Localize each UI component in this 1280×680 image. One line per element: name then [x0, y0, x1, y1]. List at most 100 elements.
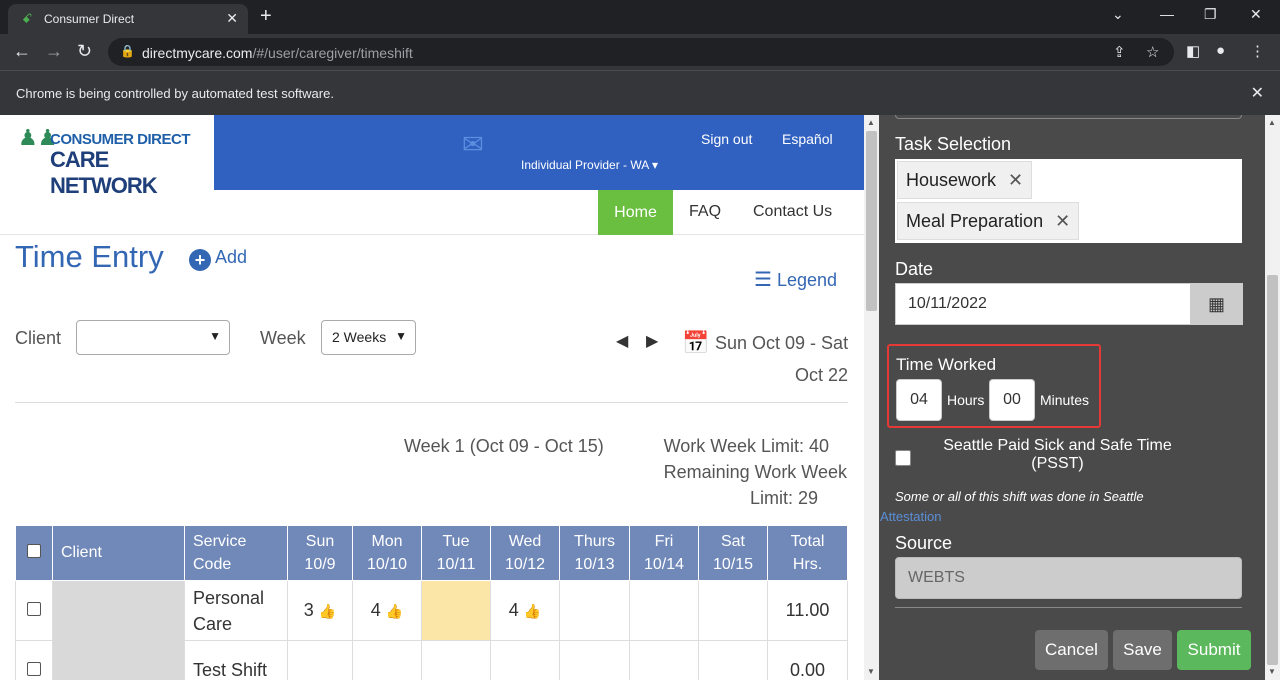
sign-out-link[interactable]: Sign out	[701, 131, 752, 147]
chevron-down-icon: ▼	[395, 329, 407, 343]
reload-icon[interactable]: ↻	[77, 41, 92, 62]
day-cell[interactable]	[629, 580, 699, 641]
tab-search-icon[interactable]: ⌄	[1112, 6, 1124, 23]
new-tab-icon[interactable]: +	[260, 5, 272, 28]
remove-task-icon[interactable]: ✕	[1008, 170, 1023, 190]
infobar-close-icon[interactable]: ✕	[1251, 83, 1264, 103]
logo-top-text: CONSUMER DIRECT	[50, 131, 191, 148]
language-link[interactable]: Español	[782, 131, 833, 147]
day-cell[interactable]	[490, 640, 560, 680]
minutes-input[interactable]: 00	[989, 379, 1035, 421]
panel-scroll-thumb[interactable]	[1267, 275, 1278, 665]
mon-header: Mon 10/10	[352, 525, 422, 581]
nav-faq[interactable]: FAQ	[689, 203, 721, 221]
week-select-value: 2 Weeks	[332, 329, 387, 345]
scroll-down-icon[interactable]: ▼	[1268, 667, 1276, 676]
next-period-icon[interactable]: ▶	[646, 331, 658, 351]
calendar-icon[interactable]: 📅	[682, 330, 709, 356]
calendar-icon: ▦	[1207, 294, 1225, 314]
task-chip-label: Housework	[906, 170, 997, 190]
day-cell[interactable]	[352, 640, 422, 680]
nav-home[interactable]: Home	[598, 190, 673, 235]
save-button[interactable]: Save	[1113, 630, 1172, 670]
nav-contact[interactable]: Contact Us	[753, 203, 832, 221]
share-icon[interactable]: ⇪	[1113, 43, 1126, 61]
day-cell[interactable]	[559, 640, 630, 680]
psst-label: Seattle Paid Sick and Safe Time (PSST)	[943, 437, 1172, 472]
attestation-link[interactable]: Attestation	[880, 509, 941, 524]
previous-period-icon[interactable]: ◀	[616, 331, 628, 351]
window-close-icon[interactable]: ✕	[1250, 6, 1262, 23]
legend-button[interactable]: ☰ Legend	[754, 267, 837, 292]
scroll-down-icon[interactable]: ▼	[867, 667, 875, 676]
menu-kebab-icon[interactable]: ⋮	[1250, 42, 1265, 60]
approved-thumb-icon: 👍	[318, 603, 337, 619]
remaining-limit-line1: Remaining Work Week	[663, 462, 847, 482]
minimize-icon[interactable]: —	[1160, 6, 1174, 22]
task-selection-box[interactable]: Housework ✕ Meal Preparation ✕	[895, 159, 1242, 243]
profile-icon[interactable]: ●	[1216, 42, 1225, 59]
logo[interactable]: ♟♟ CONSUMER DIRECT CARE NETWORK	[10, 125, 200, 198]
clipped-input-edge	[895, 115, 1242, 119]
time-worked-group: Time Worked 04 Hours 00 Minutes	[887, 344, 1101, 428]
client-header: Client	[52, 525, 185, 581]
week-select[interactable]: 2 Weeks ▼	[321, 320, 416, 355]
day-cell[interactable]	[698, 640, 768, 680]
address-bar[interactable]: 🔒 directmycare.com/#/user/caregiver/time…	[108, 38, 1174, 66]
row-select-cell	[15, 640, 53, 680]
back-icon[interactable]: ←	[13, 41, 31, 62]
remove-task-icon[interactable]: ✕	[1055, 211, 1070, 231]
plus-circle-icon: +	[189, 249, 211, 271]
legend-label: Legend	[776, 270, 838, 290]
day-cell[interactable]: 4 👍	[352, 580, 422, 641]
forward-icon[interactable]: →	[45, 41, 63, 62]
day-cell-today[interactable]	[421, 580, 491, 641]
day-cell[interactable]	[629, 640, 699, 680]
client-select[interactable]: ▼	[76, 320, 230, 355]
day-cell[interactable]	[287, 640, 353, 680]
sat-header: Sat 10/15	[698, 525, 768, 581]
scroll-thumb[interactable]	[866, 131, 877, 311]
day-cell[interactable]: 4 👍	[490, 580, 560, 641]
day-cell[interactable]	[559, 580, 630, 641]
select-all-checkbox[interactable]	[27, 543, 41, 558]
shift-entry-panel: Task Selection Housework ✕ Meal Preparati…	[879, 115, 1265, 680]
day-cell[interactable]	[698, 580, 768, 641]
total-cell: 0.00	[767, 640, 848, 680]
side-panel-icon[interactable]: ◧	[1186, 42, 1200, 60]
browser-tab[interactable]: ꗃ Consumer Direct ✕	[8, 4, 248, 34]
panel-scrollbar[interactable]: ▲ ▼	[1265, 115, 1280, 680]
provider-dropdown[interactable]: Individual Provider - WA ▾	[521, 158, 658, 172]
sun-header: Sun 10/9	[287, 525, 353, 581]
day-cell[interactable]: 3 👍	[287, 580, 353, 641]
table-row[interactable]: Personal Care 3 👍 4 👍 4 👍 11.00	[15, 580, 848, 680]
approved-thumb-icon: 👍	[523, 603, 542, 619]
task-chip-label: Meal Preparation	[906, 211, 1044, 231]
lock-icon[interactable]: 🔒	[120, 44, 135, 58]
bookmark-star-icon[interactable]: ☆	[1146, 43, 1159, 61]
table-header-row: Client Service Code Sun 10/9 Mon 10/10 Tue 1…	[15, 525, 848, 581]
hours-input[interactable]: 04	[896, 379, 942, 421]
page-scrollbar[interactable]: ▲ ▼	[864, 115, 879, 680]
restore-icon[interactable]: ❐	[1204, 6, 1217, 23]
total-cell: 11.00	[767, 580, 848, 641]
tab-close-icon[interactable]: ✕	[226, 10, 238, 27]
date-picker-button[interactable]: ▦	[1190, 283, 1243, 325]
week1-label: Week 1 (Oct 09 - Oct 15)	[404, 436, 604, 456]
service-code-cell: Personal Care	[184, 580, 288, 641]
tue-header: Tue 10/11	[421, 525, 491, 581]
submit-button[interactable]: Submit	[1177, 630, 1251, 670]
row-checkbox[interactable]	[27, 662, 41, 676]
psst-checkbox[interactable]	[895, 450, 911, 466]
add-button[interactable]: + Add	[189, 247, 247, 271]
row-checkbox[interactable]	[27, 602, 41, 616]
date-input[interactable]: 10/11/2022	[895, 283, 1191, 325]
task-selection-label: Task Selection	[895, 134, 1012, 154]
scroll-up-icon[interactable]: ▲	[867, 118, 875, 127]
scroll-up-icon[interactable]: ▲	[1268, 118, 1276, 127]
list-icon: ☰	[754, 269, 772, 291]
cancel-button[interactable]: Cancel	[1035, 630, 1108, 670]
day-cell[interactable]	[421, 640, 491, 680]
mail-icon[interactable]: ✉	[462, 129, 484, 160]
time-worked-label: Time Worked	[896, 355, 997, 374]
